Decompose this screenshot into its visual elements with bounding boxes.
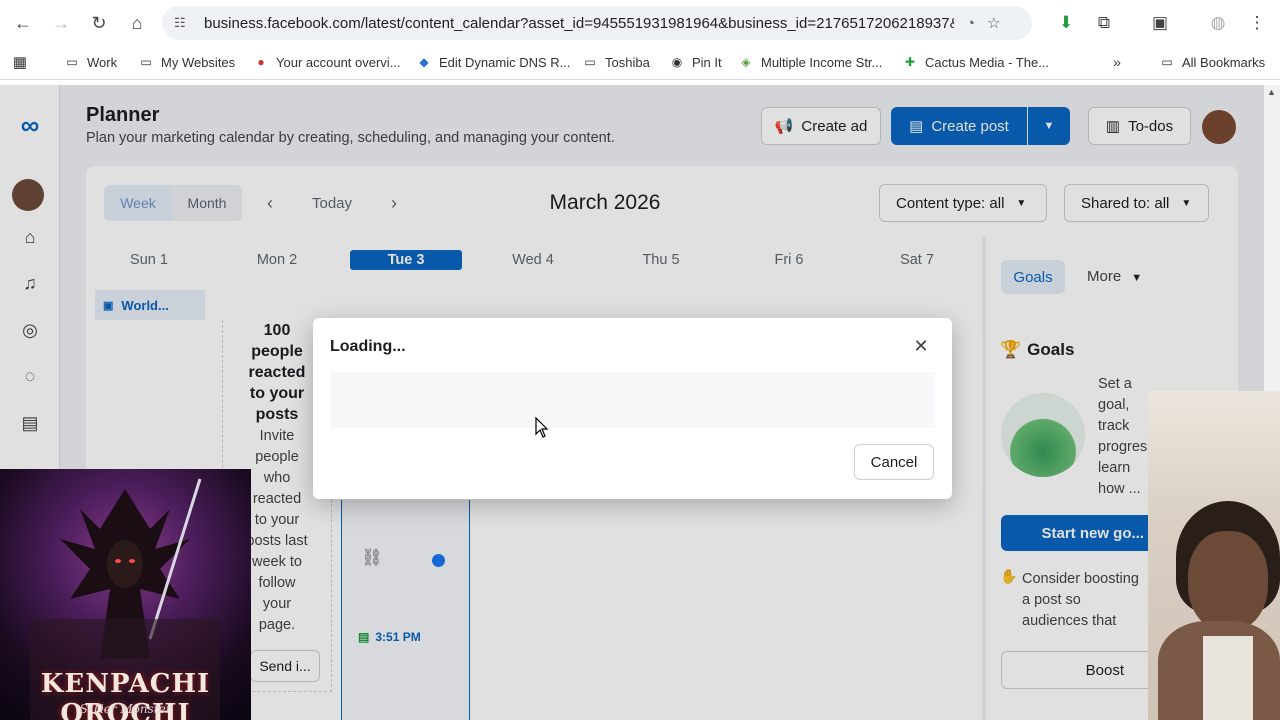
reload-icon[interactable]: ↻ — [80, 4, 118, 42]
cactus-icon: ✚ — [904, 55, 916, 69]
loading-dialog: Loading... ✕ Cancel — [313, 318, 952, 499]
home-icon[interactable]: ⌂ — [118, 4, 156, 42]
bookmark-star-icon[interactable]: ☆ — [987, 14, 1000, 32]
folder-icon: ▭ — [1161, 55, 1173, 69]
bookmark-label: Pin It — [692, 54, 722, 70]
close-icon[interactable]: ✕ — [911, 336, 931, 356]
bookmark-pin-it[interactable]: ◉ Pin It — [669, 54, 722, 70]
browser-toolbar: ← → ↻ ⌂ ☷ business.facebook.com/latest/c… — [0, 0, 1280, 46]
mouse-cursor-icon — [535, 417, 549, 438]
dialog-title: Loading... — [330, 338, 406, 355]
site-icon: ● — [257, 55, 265, 69]
bookmark-multiple-income[interactable]: ◈ Multiple Income Str... — [738, 54, 882, 70]
extensions-icon[interactable]: ⧉ — [1089, 8, 1119, 38]
bookmarks-bar: ▦ ▭ Work ▭ My Websites ● Your account overv… — [0, 46, 1280, 80]
bookmark-label: Multiple Income Str... — [761, 54, 883, 70]
bookmark-label: Toshiba — [605, 54, 650, 70]
person-shirt — [1203, 636, 1253, 720]
address-bar[interactable]: ☷ business.facebook.com/latest/content_c… — [162, 6, 1032, 40]
bookmark-cactus-media[interactable]: ✚ Cactus Media - The... — [902, 54, 1049, 70]
bookmark-toshiba[interactable]: ▭ Toshiba — [582, 54, 650, 70]
site-icon: ◆ — [419, 55, 429, 69]
bookmark-account-overview[interactable]: ● Your account overvi... — [253, 54, 401, 70]
person-face — [1188, 531, 1268, 631]
stream-overlay-art: KENPACHI OROCHI S-Tier Monster — [0, 469, 251, 720]
folder-icon: ▭ — [584, 55, 596, 69]
back-icon[interactable]: ← — [4, 4, 42, 42]
bookmark-label: Edit Dynamic DNS R... — [439, 54, 571, 70]
download-icon[interactable]: ⬇ — [1051, 8, 1081, 38]
bookmark-dynamic-dns[interactable]: ◆ Edit Dynamic DNS R... — [416, 54, 570, 70]
bookmark-work[interactable]: ▭ Work — [64, 54, 117, 70]
bookmark-my-websites[interactable]: ▭ My Websites — [138, 54, 235, 70]
webcam-feed — [1148, 391, 1280, 720]
bookmark-label: Work — [87, 54, 118, 70]
menu-icon[interactable]: ⋮ — [1242, 8, 1272, 38]
bookmark-label: All Bookmarks — [1182, 54, 1266, 70]
side-panel-icon[interactable]: ▣ — [1145, 8, 1175, 38]
stream-subtitle: S-Tier Monster — [79, 702, 172, 716]
folder-icon: ▭ — [66, 55, 78, 69]
bookmark-label: Cactus Media - The... — [925, 54, 1050, 70]
performance-icon[interactable]: ◔ — [966, 15, 975, 32]
site-icon: ◈ — [741, 55, 751, 69]
all-bookmarks[interactable]: ▭ All Bookmarks — [1159, 54, 1265, 70]
bookmark-label: Your account overvi... — [276, 54, 401, 70]
bookmark-label: My Websites — [161, 54, 236, 70]
dialog-loading-area — [330, 372, 935, 428]
forward-icon[interactable]: → — [42, 4, 80, 42]
cancel-button[interactable]: Cancel — [854, 444, 934, 480]
more-bookmarks-icon[interactable]: » — [1109, 54, 1132, 70]
site-info-icon[interactable]: ☷ — [174, 15, 196, 31]
url-text[interactable]: business.facebook.com/latest/content_cal… — [204, 15, 954, 32]
profile-icon[interactable]: ◍ — [1203, 8, 1233, 38]
folder-icon: ▭ — [140, 55, 152, 69]
globe-icon: ◉ — [671, 55, 683, 69]
apps-icon[interactable]: ▦ — [12, 54, 35, 71]
